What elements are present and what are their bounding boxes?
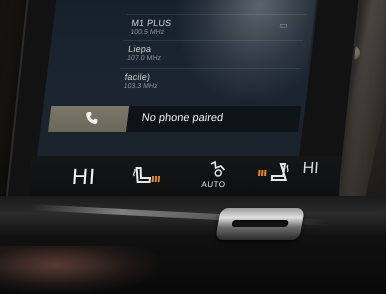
station-frequency: 100.5 MHz (129, 29, 165, 36)
list-divider (123, 40, 304, 41)
vent-slot (231, 220, 289, 227)
station-item[interactable]: Liepa 107.0 MHz (127, 44, 163, 62)
passenger-temperature[interactable]: HI (302, 160, 319, 178)
station-name: facile) (124, 72, 151, 82)
finger-blur (0, 246, 160, 294)
station-frequency: 103.3 MHz (123, 83, 158, 90)
seat-heat-icon[interactable] (256, 162, 292, 184)
station-name: M1 PLUS (130, 18, 172, 28)
photo: M1 PLUS 100.5 MHz ▭ Liepa 107.0 MHz faci… (0, 0, 386, 294)
phone-row[interactable]: No phone paired (48, 106, 302, 132)
phone-tile[interactable] (48, 106, 130, 132)
station-frequency: 107.0 MHz (126, 55, 162, 62)
fan-mode-label[interactable]: AUTO (201, 180, 226, 189)
station-item[interactable]: M1 PLUS 100.5 MHz (130, 18, 172, 36)
list-divider (126, 14, 307, 15)
station-item[interactable]: facile) 103.3 MHz (123, 72, 159, 90)
station-name: Liepa (127, 44, 152, 54)
screen-glare (163, 0, 318, 104)
driver-temperature[interactable]: HI (71, 164, 97, 190)
phone-status-text: No phone paired (141, 112, 224, 124)
climate-bar[interactable]: HI AUTO HI (28, 156, 342, 198)
seat-heat-icon[interactable] (129, 166, 161, 188)
fan-icon[interactable] (206, 160, 231, 180)
vent-control[interactable] (215, 208, 305, 240)
scroll-icon[interactable]: ▭ (278, 20, 289, 31)
phone-handset-icon (86, 112, 98, 124)
list-divider (119, 68, 300, 69)
